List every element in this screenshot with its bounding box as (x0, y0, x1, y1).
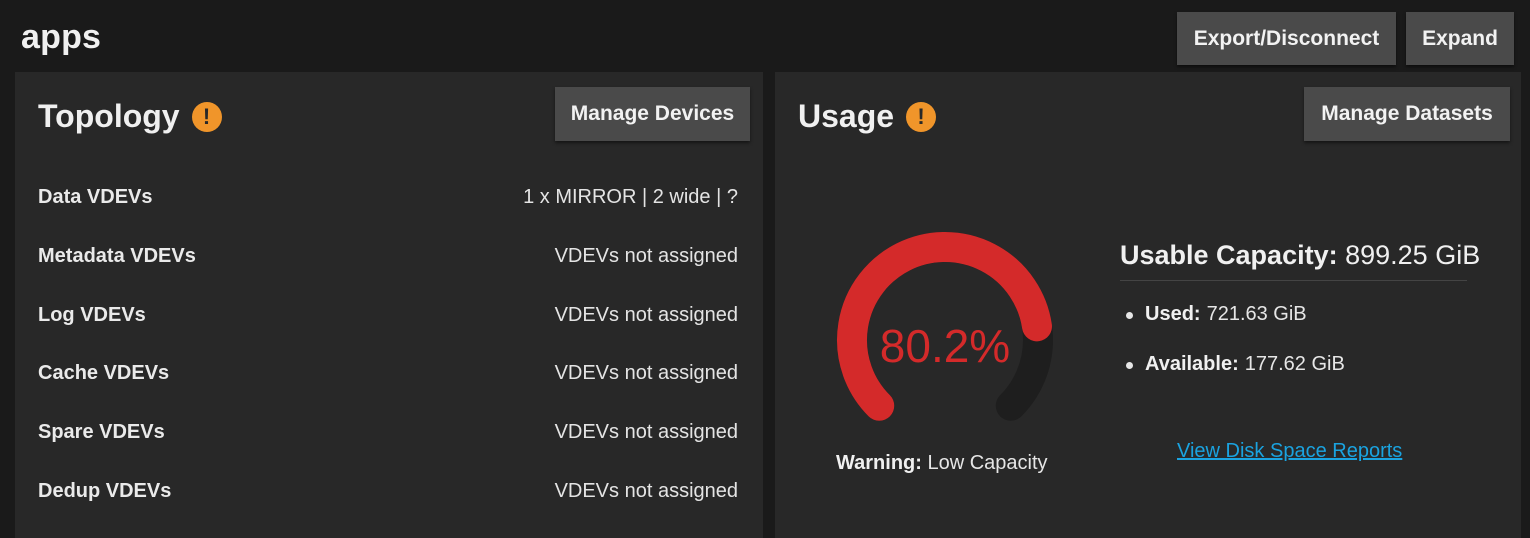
usable-capacity-label: Usable Capacity: (1120, 240, 1338, 270)
vdev-row-log: Log VDEVs VDEVs not assigned (38, 304, 738, 334)
usable-capacity: Usable Capacity: 899.25 GiB (1120, 240, 1480, 271)
available-label: Available: (1145, 353, 1239, 375)
warning-text: Low Capacity (927, 452, 1048, 474)
vdev-label: Spare VDEVs (38, 421, 165, 443)
used-item: Used: 721.63 GiB (1126, 303, 1307, 326)
vdev-label: Log VDEVs (38, 304, 146, 326)
vdev-label: Dedup VDEVs (38, 480, 172, 502)
vdev-value: VDEVs not assigned (554, 362, 738, 384)
topology-title-row: Topology ! (38, 98, 222, 135)
usage-title-row: Usage ! (798, 98, 937, 135)
usage-title: Usage (798, 98, 895, 134)
topology-title: Topology (38, 98, 180, 134)
manage-devices-button[interactable]: Manage Devices (555, 87, 750, 141)
vdev-row-spare: Spare VDEVs VDEVs not assigned (38, 421, 738, 451)
gauge-percent: 80.2% (879, 320, 1011, 372)
available-value: 177.62 GiB (1244, 353, 1345, 375)
export-disconnect-button[interactable]: Export/Disconnect (1177, 12, 1396, 65)
usage-gauge: 80.2% (825, 220, 1065, 460)
warning-icon[interactable]: ! (191, 101, 222, 132)
pool-header: apps Export/Disconnect Expand (0, 0, 1530, 72)
capacity-warning: Warning: Low Capacity (836, 452, 1048, 475)
warning-icon[interactable]: ! (906, 101, 937, 132)
divider (1120, 280, 1467, 281)
vdev-value: VDEVs not assigned (554, 304, 738, 326)
vdev-value: 1 x MIRROR | 2 wide | ? (523, 186, 738, 208)
expand-button[interactable]: Expand (1406, 12, 1514, 65)
manage-datasets-button[interactable]: Manage Datasets (1304, 87, 1510, 141)
view-disk-space-reports-link[interactable]: View Disk Space Reports (1177, 440, 1402, 463)
vdev-row-metadata: Metadata VDEVs VDEVs not assigned (38, 245, 738, 275)
vdev-label: Data VDEVs (38, 186, 153, 208)
vdev-row-data: Data VDEVs 1 x MIRROR | 2 wide | ? (38, 186, 738, 216)
used-value: 721.63 GiB (1206, 303, 1307, 325)
vdev-label: Cache VDEVs (38, 362, 170, 384)
vdev-row-cache: Cache VDEVs VDEVs not assigned (38, 362, 738, 392)
vdev-label: Metadata VDEVs (38, 245, 196, 267)
vdev-value: VDEVs not assigned (554, 421, 738, 443)
vdev-row-dedup: Dedup VDEVs VDEVs not assigned (38, 480, 738, 510)
vdev-value: VDEVs not assigned (554, 245, 738, 267)
used-label: Used: (1145, 303, 1201, 325)
topology-card: Topology ! Manage Devices Data VDEVs 1 x… (15, 72, 763, 538)
pool-name: apps (21, 18, 102, 56)
available-item: Available: 177.62 GiB (1126, 353, 1345, 376)
usable-capacity-value: 899.25 GiB (1345, 240, 1481, 270)
vdev-value: VDEVs not assigned (554, 480, 738, 502)
usage-card: Usage ! Manage Datasets 80.2% Warning: L… (775, 72, 1521, 538)
warning-label: Warning: (836, 452, 922, 474)
